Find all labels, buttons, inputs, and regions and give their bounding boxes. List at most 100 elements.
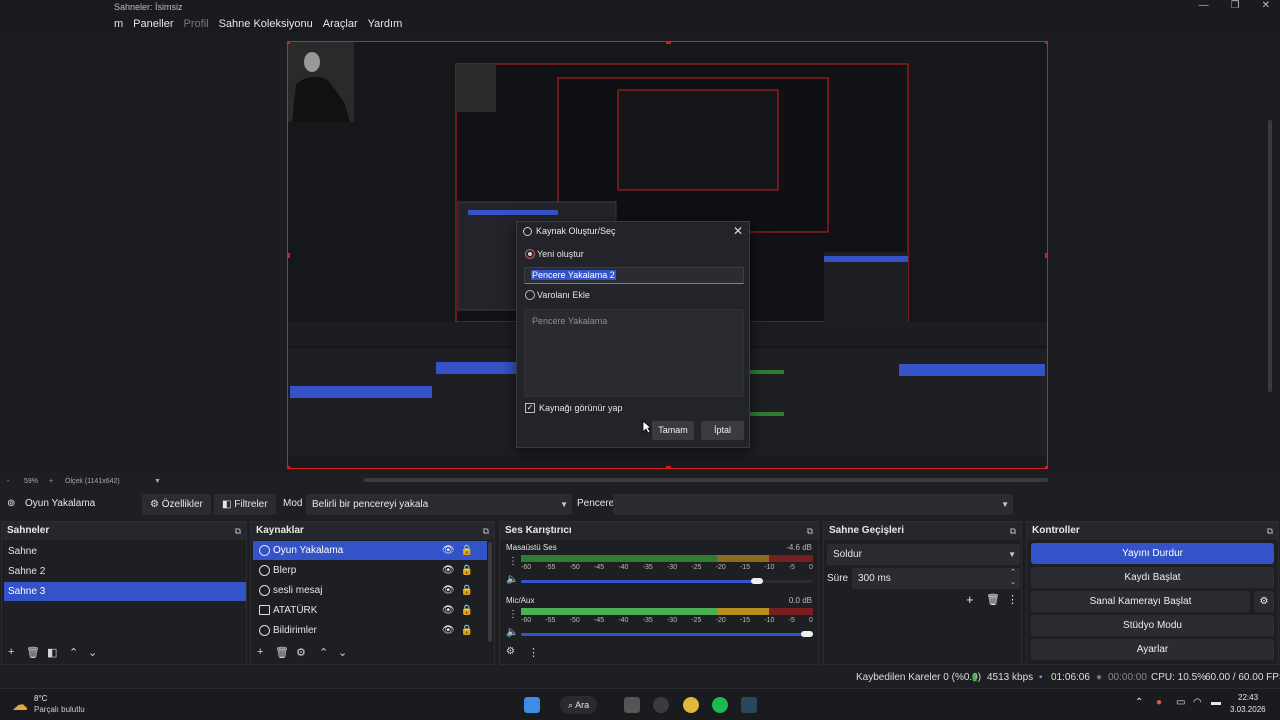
- chevron-up-icon[interactable]: ⌃: [1135, 697, 1143, 708]
- menu-item-docks[interactable]: Paneller: [133, 18, 173, 30]
- zoom-out-button[interactable]: -: [7, 478, 9, 485]
- eye-lock-icons[interactable]: 👁🔒: [442, 601, 479, 620]
- sources-scrollbar[interactable]: [488, 542, 492, 642]
- create-new-radio[interactable]: [525, 249, 535, 259]
- resize-handle[interactable]: [288, 42, 290, 44]
- trash-icon[interactable]: 🗑: [986, 593, 1000, 606]
- stop-streaming-button[interactable]: Yayını Durdur: [1031, 543, 1274, 564]
- speaker-icon[interactable]: 🔈: [506, 574, 518, 585]
- add-existing-radio[interactable]: [525, 290, 535, 300]
- studio-mode-button[interactable]: Stüdyo Modu: [1031, 615, 1274, 636]
- ok-button[interactable]: Tamam: [652, 421, 694, 440]
- eye-lock-icons[interactable]: 👁🔒: [442, 541, 479, 560]
- source-item-oyun-yakalama[interactable]: Oyun Yakalama 👁🔒: [253, 541, 487, 560]
- transition-select[interactable]: Soldur ▼: [827, 544, 1020, 565]
- add-icon[interactable]: +: [966, 592, 974, 607]
- scene-item-sahne-2[interactable]: Sahne 2: [4, 562, 246, 581]
- more-icon[interactable]: ⋮: [528, 646, 539, 659]
- clock-date[interactable]: 3.03.2026: [1230, 705, 1266, 714]
- add-existing-option[interactable]: Varolanı Ekle: [525, 290, 590, 300]
- volume-slider-knob[interactable]: [751, 578, 763, 584]
- microphone-icon[interactable]: ●: [1156, 697, 1162, 708]
- trash-icon[interactable]: 🗑: [26, 646, 40, 659]
- menu-item-profile[interactable]: Profil: [184, 18, 209, 30]
- add-icon[interactable]: +: [8, 646, 14, 658]
- scale-label[interactable]: Ölçek (1141x642): [65, 478, 120, 485]
- preview-vertical-scrollbar[interactable]: [1268, 120, 1272, 392]
- source-name-input[interactable]: Pencere Yakalama 2: [524, 267, 744, 284]
- resize-handle[interactable]: [1045, 253, 1047, 258]
- weather-icon[interactable]: ☁: [12, 695, 28, 715]
- source-item-blerp[interactable]: Blerp 👁🔒: [253, 561, 487, 580]
- float-dock-icon[interactable]: ⧉: [1010, 522, 1016, 540]
- existing-sources-list[interactable]: Pencere Yakalama: [524, 309, 744, 397]
- resize-handle[interactable]: [666, 42, 671, 44]
- start-virtual-camera-button[interactable]: Sanal Kamerayı Başlat: [1031, 591, 1250, 612]
- start-recording-button[interactable]: Kaydı Başlat: [1031, 567, 1274, 588]
- resize-handle[interactable]: [1045, 466, 1047, 468]
- speaker-icon[interactable]: 🔈: [506, 627, 518, 638]
- resize-handle[interactable]: [288, 466, 290, 468]
- more-icon[interactable]: ⋮: [508, 556, 518, 567]
- filter-icon[interactable]: ◧: [47, 646, 57, 659]
- minimize-icon[interactable]: —: [1199, 0, 1209, 11]
- source-item-ataturk[interactable]: ATATÜRK 👁🔒: [253, 601, 487, 620]
- taskbar-search[interactable]: ⌕ Ara: [560, 696, 598, 714]
- spotify-icon[interactable]: [712, 697, 728, 713]
- more-icon[interactable]: ⋮: [1007, 593, 1018, 606]
- eye-lock-icons[interactable]: 👁🔒: [442, 581, 479, 600]
- maximize-icon[interactable]: ❐: [1231, 0, 1240, 11]
- float-dock-icon[interactable]: ⧉: [235, 522, 241, 540]
- virtual-camera-settings-button[interactable]: ⚙: [1254, 591, 1274, 612]
- gear-icon[interactable]: ⚙: [296, 646, 306, 659]
- source-item-bildirimler[interactable]: Bildirimler 👁🔒: [253, 621, 487, 640]
- trash-icon[interactable]: 🗑: [275, 646, 289, 659]
- wifi-icon[interactable]: ◠: [1193, 697, 1202, 708]
- zoom-in-button[interactable]: +: [49, 478, 53, 485]
- weather-temp[interactable]: 8°C: [34, 694, 47, 703]
- source-item-sesli-mesaj[interactable]: sesli mesaj 👁🔒: [253, 581, 487, 600]
- dialog-close-icon[interactable]: ✕: [733, 224, 743, 238]
- scene-item-sahne[interactable]: Sahne: [4, 542, 246, 561]
- visible-checkbox[interactable]: ✓: [525, 403, 535, 413]
- filters-button[interactable]: ◧ Filtreler: [214, 494, 276, 515]
- battery-icon[interactable]: ▬: [1211, 697, 1221, 708]
- menu-item-scene-collection[interactable]: Sahne Koleksiyonu: [219, 18, 313, 30]
- create-new-option[interactable]: Yeni oluştur: [525, 249, 584, 259]
- task-view-icon[interactable]: [624, 697, 640, 713]
- float-dock-icon[interactable]: ⧉: [807, 522, 813, 540]
- resize-handle[interactable]: [288, 253, 290, 258]
- properties-button[interactable]: ⚙ Özellikler: [142, 494, 211, 515]
- chevron-down-icon[interactable]: ▼: [154, 478, 161, 485]
- eye-lock-icons[interactable]: 👁🔒: [442, 621, 479, 640]
- steam-icon[interactable]: [741, 697, 757, 713]
- menu-item-tools[interactable]: Araçlar: [323, 18, 358, 30]
- menu-item-view-partial[interactable]: m: [114, 18, 123, 30]
- more-icon[interactable]: ⋮: [508, 609, 518, 620]
- volume-slider-knob[interactable]: [801, 631, 813, 637]
- eye-lock-icons[interactable]: 👁🔒: [442, 561, 479, 580]
- spin-arrows-icon[interactable]: ⌃ ⌄: [1010, 568, 1016, 588]
- chevron-up-icon[interactable]: ⌃: [319, 646, 328, 659]
- weather-desc[interactable]: Parçalı bulutlu: [34, 705, 85, 714]
- list-item[interactable]: Pencere Yakalama: [532, 316, 607, 326]
- resize-handle[interactable]: [1045, 42, 1047, 44]
- duration-spinbox[interactable]: 300 ms ⌃ ⌄: [852, 568, 1020, 589]
- chevron-up-icon[interactable]: ⌃: [69, 646, 78, 659]
- chevron-down-icon[interactable]: ⌄: [338, 646, 347, 659]
- cancel-button[interactable]: İptal: [701, 421, 744, 440]
- settings-button[interactable]: Ayarlar: [1031, 639, 1274, 660]
- advanced-audio-icon[interactable]: ⚙: [506, 646, 515, 657]
- obs-taskbar-icon[interactable]: [653, 697, 669, 713]
- chevron-down-icon[interactable]: ⌄: [88, 646, 97, 659]
- network-icon[interactable]: ▭: [1176, 697, 1185, 708]
- clock-time[interactable]: 22:43: [1238, 693, 1258, 702]
- mode-select[interactable]: Belirli bir pencereyi yakala ▼: [306, 494, 572, 515]
- chrome-icon[interactable]: [683, 697, 699, 713]
- close-icon[interactable]: ✕: [1262, 0, 1270, 11]
- scene-item-sahne-3[interactable]: Sahne 3: [4, 582, 246, 601]
- float-dock-icon[interactable]: ⧉: [483, 522, 489, 540]
- window-select[interactable]: ▼: [613, 494, 1013, 515]
- visible-checkbox-row[interactable]: ✓ Kaynağı görünür yap: [525, 403, 623, 413]
- menu-item-help[interactable]: Yardım: [368, 18, 403, 30]
